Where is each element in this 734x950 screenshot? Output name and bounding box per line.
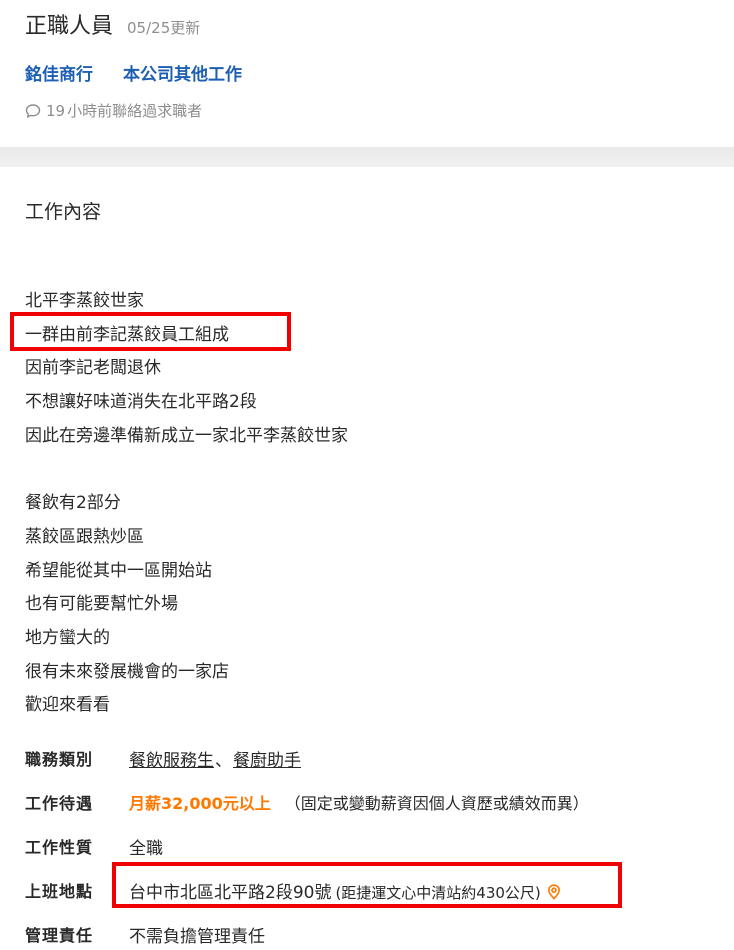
company-name-link[interactable]: 銘佳商行 [25,60,93,85]
description-blank-line [25,453,715,487]
location-label: 上班地點 [25,882,94,901]
info-row-category: 職務類別 餐飲服務生、餐廚助手 [25,740,715,776]
salary-value-wrap: 月薪32,000元以上 （固定或變動薪資因個人資歷或績效而異） [129,790,589,814]
job-info: 職務類別 餐飲服務生、餐廚助手 工作待遇 月薪32,000元以上 （固定或變動薪資… [25,740,715,950]
section-title-job-content: 工作內容 [25,201,102,223]
description-line: 因前李記老闆退休 [25,358,161,379]
address-note: (距捷運文心中清站約430公尺) [335,883,541,902]
category-separator: 、 [215,750,232,771]
description-line: 地方蠻大的 [25,627,110,648]
info-row-nature: 工作性質 全職 [25,828,715,864]
salary-label: 工作待遇 [25,794,94,813]
description-line: 也有可能要幫忙外場 [25,594,178,615]
salary-value: 月薪32,000元以上 [129,794,271,813]
description-line: 北平李蒸餃世家 [25,291,144,311]
contact-status: 19 小時前聯絡過求職者 [25,100,202,121]
company-links: 銘佳商行 本公司其他工作 [25,60,272,85]
management-value: 不需負擔管理責任 [129,926,265,947]
job-description: 北平李蒸餃世家 一群由前李記蒸餃員工組成 因前李記老闆退休 不想讓好味道消失在北… [25,285,715,723]
info-row-location: 上班地點 台中市北區北平路2段90號 (距捷運文心中清站約430公尺) [25,872,715,908]
company-other-jobs-link[interactable]: 本公司其他工作 [123,60,242,85]
description-line: 希望能從其中一區開始站 [25,560,212,581]
nature-label: 工作性質 [25,838,94,857]
location-value[interactable]: 台中市北區北平路2段90號 (距捷運文心中清站約430公尺) [129,878,561,903]
category-label: 職務類別 [25,750,94,769]
description-line: 很有未來發展機會的一家店 [25,661,229,682]
nature-value: 全職 [129,838,163,859]
description-line: 因此在旁邊準備新成立一家北平李蒸餃世家 [25,425,348,446]
job-header: 正職人員 05/25更新 銘佳商行 本公司其他工作 19 小時前聯絡過求職者 [0,0,734,147]
address-text: 台中市北區北平路2段90號 [129,882,332,903]
title-row: 正職人員 05/25更新 [25,8,200,40]
job-title: 正職人員 [25,14,114,39]
chat-bubble-icon [25,103,41,119]
description-line-highlighted: 一群由前李記蒸餃員工組成 [25,324,229,345]
management-label: 管理責任 [25,926,94,945]
info-row-management: 管理責任 不需負擔管理責任 [25,916,715,950]
category-link-kitchen-assistant[interactable]: 餐廚助手 [233,751,301,771]
info-row-salary: 工作待遇 月薪32,000元以上 （固定或變動薪資因個人資歷或績效而異） [25,784,715,820]
category-value: 餐飲服務生、餐廚助手 [129,746,301,771]
salary-note: （固定或變動薪資因個人資歷或績效而異） [284,794,589,813]
description-line: 不想讓好味道消失在北平路2段 [25,392,257,413]
description-line: 餐飲有2部分 [25,493,121,514]
section-divider [0,147,734,167]
map-pin-icon[interactable] [547,883,561,900]
update-date: 05/25更新 [127,19,201,37]
category-link-waiter[interactable]: 餐飲服務生 [129,751,214,771]
description-line: 蒸餃區跟熱炒區 [25,526,144,547]
description-line: 歡迎來看看 [25,695,110,716]
contact-count: 19 [46,101,66,120]
contact-text: 小時前聯絡過求職者 [67,102,203,120]
